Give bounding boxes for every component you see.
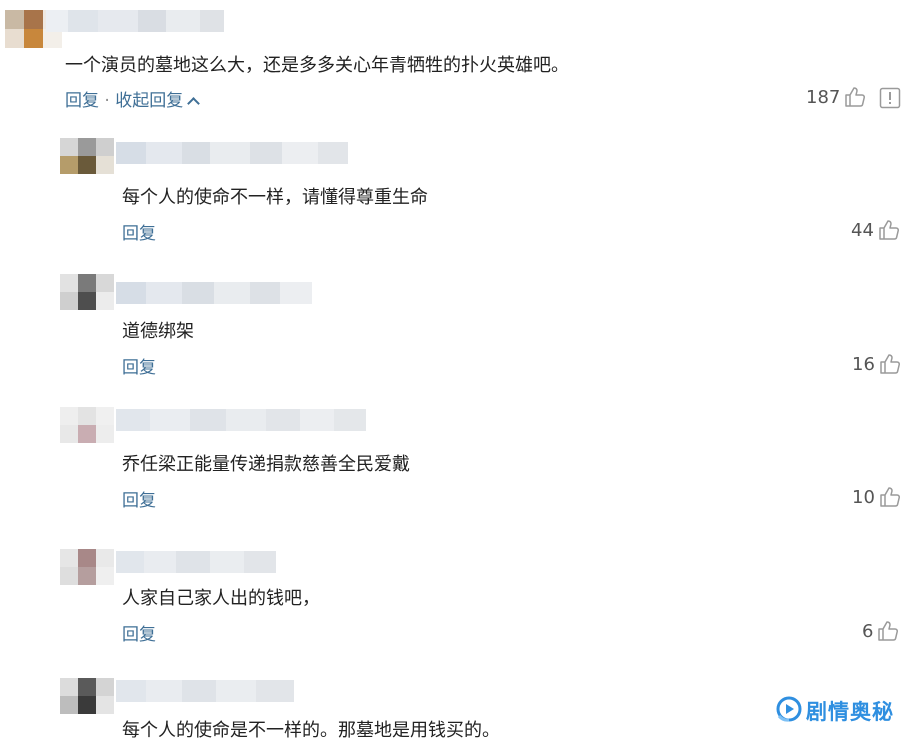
thumbs-up-icon	[879, 486, 901, 508]
reply-item: 人家自己家人出的钱吧， 回复 6	[0, 537, 922, 667]
like-button[interactable]: 16	[852, 353, 901, 375]
username-blurred[interactable]	[46, 10, 224, 32]
reply-button[interactable]: 回复	[122, 620, 156, 645]
comment-text: 道德绑架	[122, 321, 194, 342]
reply-button[interactable]: 回复	[122, 219, 156, 244]
reply-item: 乔任梁正能量传递捐款慈善全民爱戴 回复 10	[0, 403, 922, 533]
reply-item: 每个人的使命不一样，请懂得尊重生命 回复 44	[0, 136, 922, 266]
avatar[interactable]	[60, 678, 114, 714]
reply-button[interactable]: 回复	[122, 486, 156, 511]
thumbs-up-icon	[844, 86, 866, 108]
main-comment: 一个演员的墓地这么大，还是多多关心年青牺牲的扑火英雄吧。 回复 · 收起回复 1…	[0, 0, 922, 120]
comment-text: 一个演员的墓地这么大，还是多多关心年青牺牲的扑火英雄吧。	[65, 55, 569, 76]
like-button[interactable]: 10	[852, 486, 901, 508]
comment-text: 每个人的使命是不一样的。那墓地是用钱买的。	[122, 720, 500, 741]
like-count: 44	[851, 219, 874, 241]
comment-text: 乔任梁正能量传递捐款慈善全民爱戴	[122, 454, 410, 475]
reply-button[interactable]: 回复	[122, 353, 156, 378]
comment-text: 每个人的使命不一样，请懂得尊重生命	[122, 187, 428, 208]
avatar[interactable]	[60, 407, 114, 443]
like-count: 6	[862, 620, 874, 642]
watermark-logo-icon	[776, 696, 802, 726]
watermark-text: 剧情奥秘	[806, 700, 894, 724]
comment-text: 人家自己家人出的钱吧，	[122, 588, 320, 609]
like-count: 187	[806, 86, 841, 108]
separator: ·	[104, 91, 110, 111]
like-button[interactable]: 6	[862, 620, 899, 642]
username-blurred[interactable]	[116, 142, 348, 164]
like-count: 16	[852, 353, 875, 375]
reply-item: 道德绑架 回复 16	[0, 270, 922, 400]
thumbs-up-icon	[879, 353, 901, 375]
like-button[interactable]: 187	[806, 86, 866, 108]
like-button[interactable]: 44	[851, 219, 900, 241]
reply-actions: 回复 · 收起回复	[65, 86, 201, 111]
watermark: 剧情奥秘	[776, 696, 894, 726]
avatar[interactable]	[60, 274, 114, 310]
avatar[interactable]	[60, 138, 114, 174]
report-icon[interactable]	[879, 87, 901, 113]
thumbs-up-icon	[878, 219, 900, 241]
avatar[interactable]	[60, 549, 114, 585]
like-count: 10	[852, 486, 875, 508]
chevron-up-icon	[187, 97, 201, 110]
username-blurred[interactable]	[116, 409, 366, 431]
username-blurred[interactable]	[116, 282, 312, 304]
collapse-replies-button[interactable]: 收起回复	[115, 91, 201, 111]
reply-button[interactable]: 回复	[65, 91, 99, 111]
username-blurred[interactable]	[116, 680, 294, 702]
thumbs-up-icon	[877, 620, 899, 642]
username-blurred[interactable]	[116, 551, 276, 573]
